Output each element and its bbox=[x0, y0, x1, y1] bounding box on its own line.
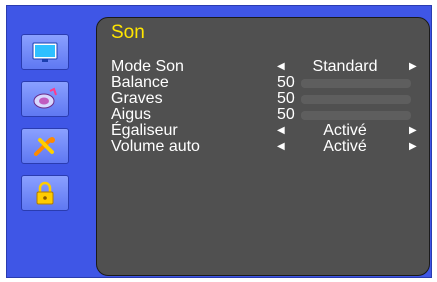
row-label: Balance bbox=[111, 74, 169, 91]
row-label: Graves bbox=[111, 90, 163, 107]
menu-row-balance[interactable]: Balance 50 bbox=[111, 75, 421, 91]
row-value: Standard bbox=[312, 58, 378, 75]
right-arrow-icon[interactable]: ▶ bbox=[409, 139, 417, 155]
row-value: 50 bbox=[277, 74, 295, 91]
level-fill bbox=[301, 79, 356, 88]
menu-row-mode-son[interactable]: Mode Son ◀ Standard ▶ bbox=[111, 59, 421, 75]
level-slider[interactable] bbox=[301, 111, 411, 120]
level-fill bbox=[301, 111, 356, 120]
left-arrow-icon[interactable]: ◀ bbox=[277, 139, 285, 155]
menu-row-volume-auto[interactable]: Volume auto ◀ Activé ▶ bbox=[111, 139, 421, 155]
sound-menu-panel: Son Mode Son ◀ Standard ▶ Balance 50 Gra… bbox=[96, 17, 430, 276]
level-slider[interactable] bbox=[301, 95, 411, 104]
lock-icon bbox=[36, 181, 54, 205]
row-value: Activé bbox=[323, 138, 367, 155]
left-arrow-icon[interactable]: ◀ bbox=[277, 123, 285, 139]
sidebar-item-settings[interactable] bbox=[21, 128, 69, 164]
menu-row-egaliseur[interactable]: Égaliseur ◀ Activé ▶ bbox=[111, 123, 421, 139]
sidebar-item-sound[interactable] bbox=[21, 81, 69, 117]
row-label: Égaliseur bbox=[111, 122, 178, 139]
row-label: Volume auto bbox=[111, 138, 200, 155]
menu-row-aigus[interactable]: Aigus 50 bbox=[111, 107, 421, 123]
sidebar-item-picture[interactable] bbox=[21, 34, 69, 70]
right-arrow-icon[interactable]: ▶ bbox=[409, 123, 417, 139]
row-label: Aigus bbox=[111, 106, 152, 123]
monitor-icon bbox=[32, 42, 58, 62]
left-arrow-icon[interactable]: ◀ bbox=[277, 59, 285, 75]
tools-icon bbox=[34, 137, 55, 156]
level-slider[interactable] bbox=[301, 79, 411, 88]
menu-row-graves[interactable]: Graves 50 bbox=[111, 91, 421, 107]
row-value: 50 bbox=[277, 90, 295, 107]
row-label: Mode Son bbox=[111, 58, 184, 75]
row-value: 50 bbox=[277, 106, 295, 123]
right-arrow-icon[interactable]: ▶ bbox=[409, 59, 417, 75]
row-value: Activé bbox=[323, 122, 367, 139]
panel-title: Son bbox=[111, 22, 145, 43]
sidebar-item-lock[interactable] bbox=[21, 175, 69, 211]
speaker-icon bbox=[33, 87, 57, 109]
level-fill bbox=[301, 95, 356, 104]
